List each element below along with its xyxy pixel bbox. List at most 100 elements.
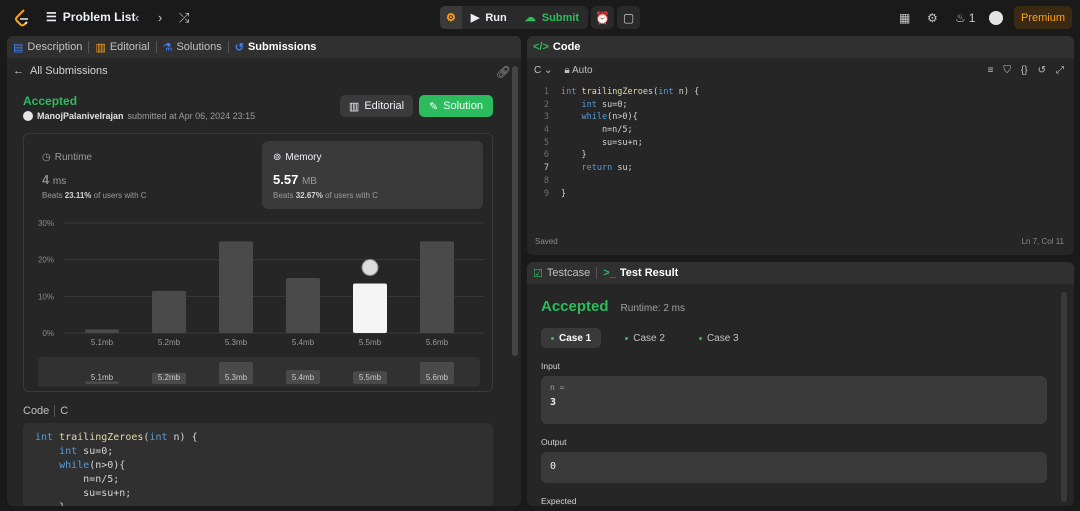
line-number: 6 (543, 150, 549, 161)
test-scrollbar[interactable] (1061, 292, 1067, 502)
reset-icon[interactable]: ↺ (1038, 65, 1046, 76)
code-brackets-icon: </> (533, 41, 549, 53)
line-number: 7 (543, 163, 549, 174)
test-status-label: Accepted (541, 298, 609, 315)
code-text: int su=0; (581, 99, 628, 110)
runtime-box[interactable]: ◷ Runtime 4 ms Beats 23.11% of users with… (42, 152, 147, 200)
editor-line: 2 int su=0; (527, 99, 1074, 112)
language-select[interactable]: C ⌄ (534, 65, 552, 76)
problem-list-button[interactable]: ☰ Problem List (46, 10, 135, 24)
code-line: n=n/5; (35, 474, 120, 485)
code-text: } (561, 150, 587, 161)
chevron-down-icon: ⌄ (544, 65, 553, 76)
x-tick-label: 5.4mb (292, 338, 315, 347)
shuffle-icon[interactable]: ⤮ (179, 10, 189, 26)
code-section-header: Code C (23, 405, 69, 417)
share-link-icon[interactable]: 🔗︎ (496, 65, 511, 79)
submitted-time: submitted at Apr 06, 2024 23:15 (127, 111, 256, 121)
submitter-name[interactable]: ManojPalanivelrajan (37, 111, 124, 121)
line-number: 9 (543, 188, 549, 199)
overview-tick-label: 5.6mb (426, 373, 449, 382)
prev-problem-icon[interactable]: ‹ (135, 10, 139, 25)
code-text: n=n/5; (561, 125, 633, 136)
braces-icon[interactable]: {} (1021, 65, 1028, 76)
user-avatar[interactable] (989, 11, 1003, 25)
tab-editorial[interactable]: ▥ Editorial (89, 41, 155, 54)
next-problem-icon[interactable]: › (158, 10, 162, 25)
chart-bar (85, 329, 119, 333)
line-number: 8 (543, 175, 549, 186)
tab-description[interactable]: ▤ Description (7, 41, 88, 54)
editor-line: 6 } (527, 149, 1074, 162)
output-box[interactable]: 0 (541, 452, 1047, 483)
code-editor[interactable]: 1 int trailingZeroes(int n) {2 int su=0; 3… (527, 86, 1074, 200)
bookmark-icon[interactable]: ⛉ (1003, 65, 1011, 76)
memory-distribution-chart: 30% 20% 10% 0% 5.1mb 5.1mb 5.2mb 5.2mb 5.3mb 5.3m… (38, 219, 484, 387)
clock-icon: ◷ (42, 152, 51, 163)
tab-code[interactable]: </> Code (527, 41, 586, 53)
tab-case-3[interactable]: Case 3 (689, 328, 749, 348)
chart-bar (286, 278, 320, 333)
left-panel: ▤ Description ▥ Editorial ⚗ Solutions ↺ Subm… (7, 36, 521, 506)
y-tick-label: 0% (42, 329, 54, 338)
code-tabs: </> Code (527, 36, 1074, 58)
memory-box[interactable]: ⊚ Memory 5.57 MB Beats 32.67% of users wi… (262, 141, 483, 209)
editor-tools: ≡ ⛉ {} ↺ ⤢ (988, 65, 1064, 76)
run-button[interactable]: ▶ Run (462, 6, 516, 29)
tab-case-1[interactable]: Case 1 (541, 328, 602, 348)
submitter-info: ManojPalanivelrajan submitted at Apr 06,… (23, 111, 255, 121)
code-line: su=su+n; (35, 488, 132, 499)
overview-tick-label: 5.1mb (91, 373, 114, 382)
expand-icon[interactable]: ⤢ (1056, 65, 1064, 76)
tab-solutions[interactable]: ⚗ Solutions (157, 41, 228, 54)
x-tick-label: 5.5mb (359, 338, 382, 347)
tab-case-2[interactable]: Case 2 (615, 328, 675, 348)
input-box[interactable]: n = 3 (541, 376, 1047, 424)
user-marker-avatar (361, 259, 379, 276)
editor-toolbar: C ⌄ 🔒︎ Auto (534, 65, 593, 76)
stats-card: ◷ Runtime 4 ms Beats 23.11% of users with… (23, 133, 493, 392)
tab-submissions[interactable]: ↺ Submissions (229, 41, 323, 54)
editor-line: 8 (527, 175, 1074, 188)
debug-icon[interactable]: ⚙ (440, 6, 462, 29)
tab-test-result[interactable]: >_ Test Result (597, 267, 684, 279)
line-number: 4 (543, 125, 549, 136)
description-icon: ▤ (13, 41, 24, 54)
all-submissions-link[interactable]: ← All Submissions (13, 65, 108, 77)
arrow-left-icon: ← (13, 65, 24, 77)
settings-gear-icon[interactable]: ⚙ (927, 11, 938, 25)
y-tick-label: 10% (38, 292, 54, 301)
solution-button[interactable]: ✎ Solution (419, 95, 493, 117)
overview-tick-label: 5.3mb (225, 373, 248, 382)
overview-tick-label: 5.4mb (292, 373, 315, 382)
code-editor-panel: </> Code C ⌄ 🔒︎ Auto ≡ ⛉ {} ↺ ⤢ 1 int trai… (527, 36, 1074, 255)
auto-mode-toggle[interactable]: 🔒︎ Auto (564, 65, 592, 76)
tab-testcase[interactable]: ☑ Testcase (527, 267, 596, 280)
code-text: } (561, 188, 567, 199)
flask-icon: ⚗ (162, 41, 173, 54)
editor-line: 5 su=su+n; (527, 137, 1074, 150)
streak-counter[interactable]: ♨ 1 (955, 11, 975, 25)
saved-status: Saved (535, 237, 558, 246)
format-icon[interactable]: ≡ (988, 65, 994, 76)
chart-bar (420, 241, 454, 333)
editorial-button[interactable]: ▥ Editorial (340, 95, 413, 117)
test-tabs: ☑ Testcase >_ Test Result (527, 262, 1074, 284)
submit-button[interactable]: ☁ Submit (516, 6, 588, 29)
code-line: } (35, 501, 493, 506)
code-text: while(n>0){ (581, 112, 638, 123)
y-tick-label: 30% (38, 219, 54, 228)
timer-icon[interactable]: ⏰ (591, 6, 614, 29)
notes-icon[interactable]: ▢ (617, 6, 640, 29)
runtime-value: 4 (42, 172, 50, 187)
code-line: while(n>0){ (59, 460, 126, 471)
lock-icon: 🔒︎ (564, 65, 570, 76)
input-value: 3 (550, 397, 557, 408)
layout-icon[interactable]: ▦ (899, 11, 910, 25)
submitted-code-view: int trailingZeroes(int n) { int su=0; wh… (23, 423, 493, 506)
leetcode-logo-icon[interactable] (14, 9, 30, 27)
case-tabs: Case 1 Case 2 Case 3 (541, 328, 749, 348)
left-scrollbar[interactable] (512, 66, 518, 356)
terminal-icon: >_ (603, 267, 616, 279)
premium-button[interactable]: Premium (1014, 6, 1072, 29)
